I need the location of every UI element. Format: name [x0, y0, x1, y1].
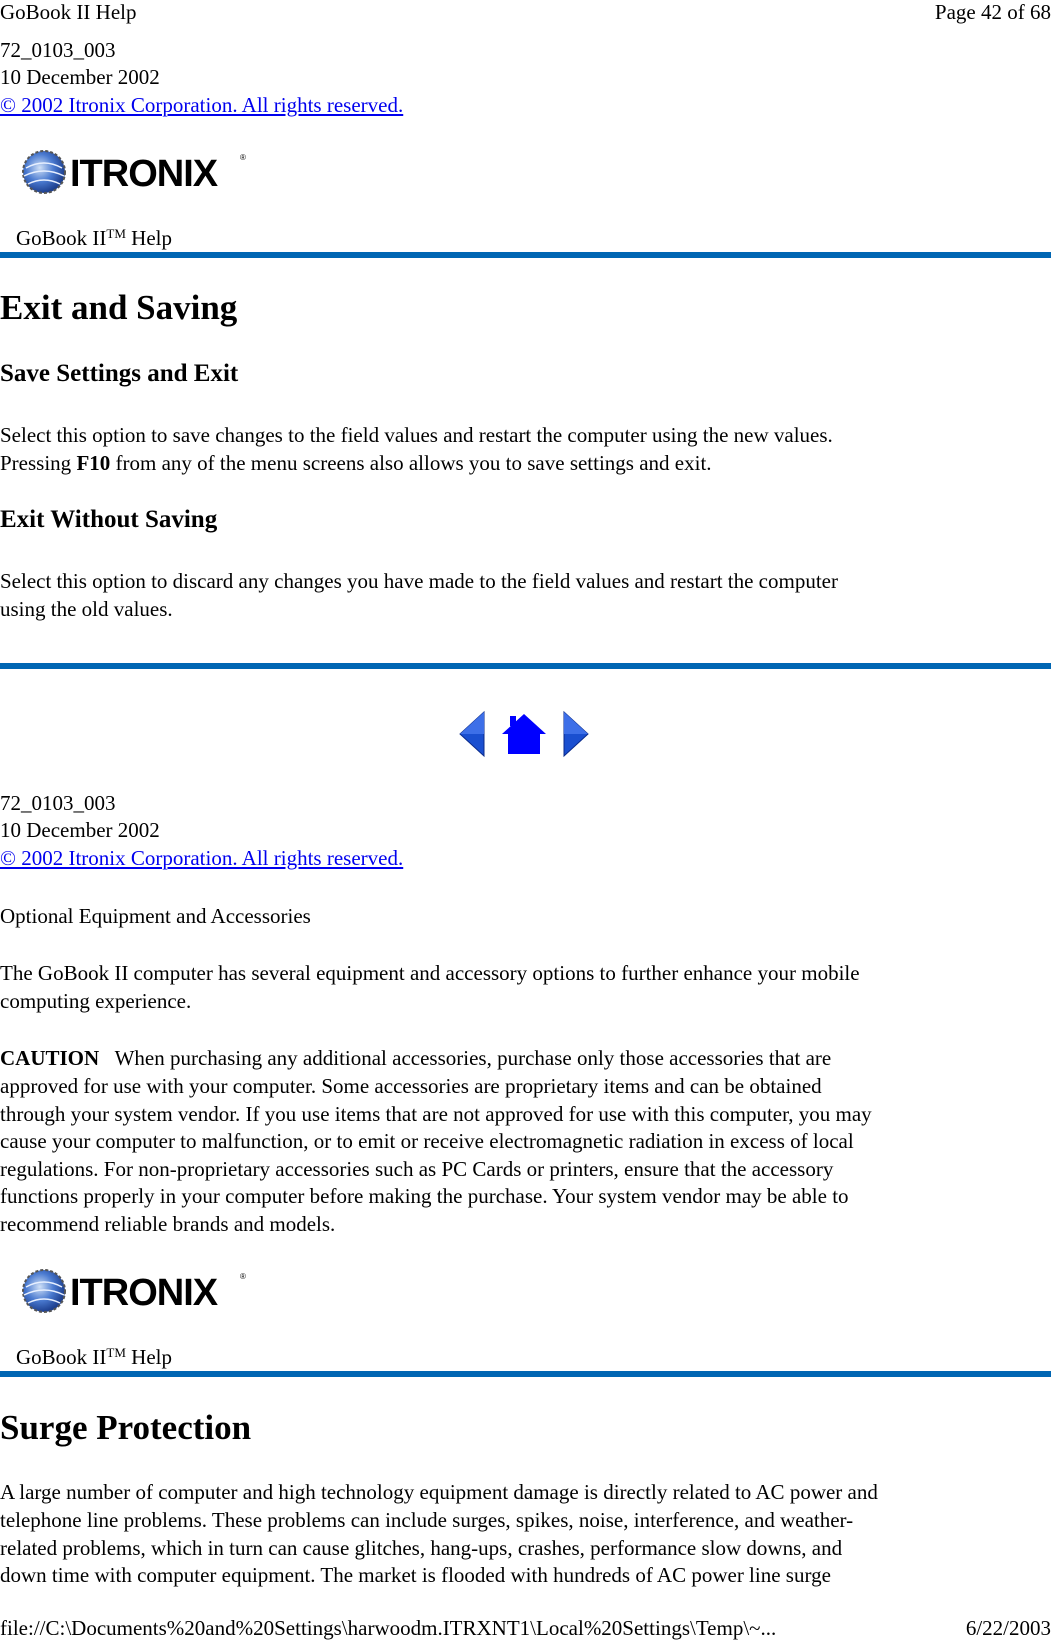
save-settings-desc-line1: Select this option to save changes to th…: [0, 423, 833, 447]
caution-line: approved for use with your computer. Som…: [0, 1074, 822, 1098]
arrow-right-icon: [563, 710, 589, 758]
copyright-link[interactable]: © 2002 Itronix Corporation. All rights r…: [0, 93, 403, 117]
surge-line: related problems, which in turn can caus…: [0, 1536, 843, 1560]
surge-line: down time with computer equipment. The m…: [0, 1563, 831, 1587]
intro-line: computing experience.: [0, 989, 192, 1013]
arrow-left-icon: [459, 710, 485, 758]
caution-line: recommend reliable brands and models.: [0, 1212, 336, 1236]
doc-date: 10 December 2002: [0, 65, 160, 89]
caution-line: through your system vendor. If you use i…: [0, 1102, 872, 1126]
intro-line: The GoBook II computer has several equip…: [0, 961, 860, 985]
print-header-page: Page 42 of 68: [934, 0, 1051, 24]
home-button[interactable]: [500, 710, 548, 764]
caution-line: functions properly in your computer befo…: [0, 1184, 849, 1208]
navigation-bar: [458, 710, 590, 760]
caution-line: regulations. For non-proprietary accesso…: [0, 1157, 834, 1181]
header-rule: [0, 252, 1051, 258]
caution-label: CAUTION: [0, 1046, 100, 1070]
save-settings-desc-line2: Pressing F10 from any of the menu screen…: [0, 451, 712, 475]
copyright-link[interactable]: © 2002 Itronix Corporation. All rights r…: [0, 846, 403, 870]
section-rule: [0, 663, 1051, 669]
print-footer-date: 6/22/2003: [965, 1616, 1051, 1640]
caution-line: cause your computer to malfunction, or t…: [0, 1129, 854, 1153]
svg-text:®: ®: [240, 153, 246, 162]
logo-wordmark: ITRONIX: [70, 1272, 219, 1314]
heading-save-settings-and-exit: Save Settings and Exit: [0, 360, 239, 387]
gobook-help-label: GoBook IITM Help: [16, 1345, 172, 1369]
surge-line: A large number of computer and high tech…: [0, 1480, 878, 1504]
exit-without-saving-desc-line1: Select this option to discard any change…: [0, 569, 838, 593]
caution-line: CAUTION When purchasing any additional a…: [0, 1046, 832, 1070]
exit-without-saving-desc-line2: using the old values.: [0, 597, 173, 621]
doc-id: 72_0103_003: [0, 791, 116, 815]
doc-id: 72_0103_003: [0, 38, 116, 62]
surge-line: telephone line problems. These problems …: [0, 1508, 854, 1532]
section-title-optional-equipment: Optional Equipment and Accessories: [0, 904, 311, 928]
next-page-button[interactable]: [562, 710, 590, 764]
f10-key: F10: [76, 451, 111, 475]
globe-icon: [22, 150, 66, 194]
page-title-exit-and-saving: Exit and Saving: [0, 288, 238, 327]
home-icon: [502, 714, 546, 754]
logo-wordmark: ITRONIX: [70, 153, 219, 195]
doc-date: 10 December 2002: [0, 818, 160, 842]
itronix-logo: ITRONIX ®: [18, 1265, 250, 1317]
svg-text:®: ®: [240, 1272, 246, 1281]
globe-icon: [22, 1269, 66, 1313]
gobook-help-label: GoBook IITM Help: [16, 226, 172, 250]
itronix-logo: ITRONIX ®: [18, 146, 250, 198]
print-header-title: GoBook II Help: [0, 0, 137, 24]
previous-page-button[interactable]: [458, 710, 486, 764]
page-title-surge-protection: Surge Protection: [0, 1408, 252, 1447]
header-rule: [0, 1371, 1051, 1377]
heading-exit-without-saving: Exit Without Saving: [0, 506, 218, 533]
print-footer-path: file://C:\Documents%20and%20Settings\har…: [0, 1616, 777, 1640]
